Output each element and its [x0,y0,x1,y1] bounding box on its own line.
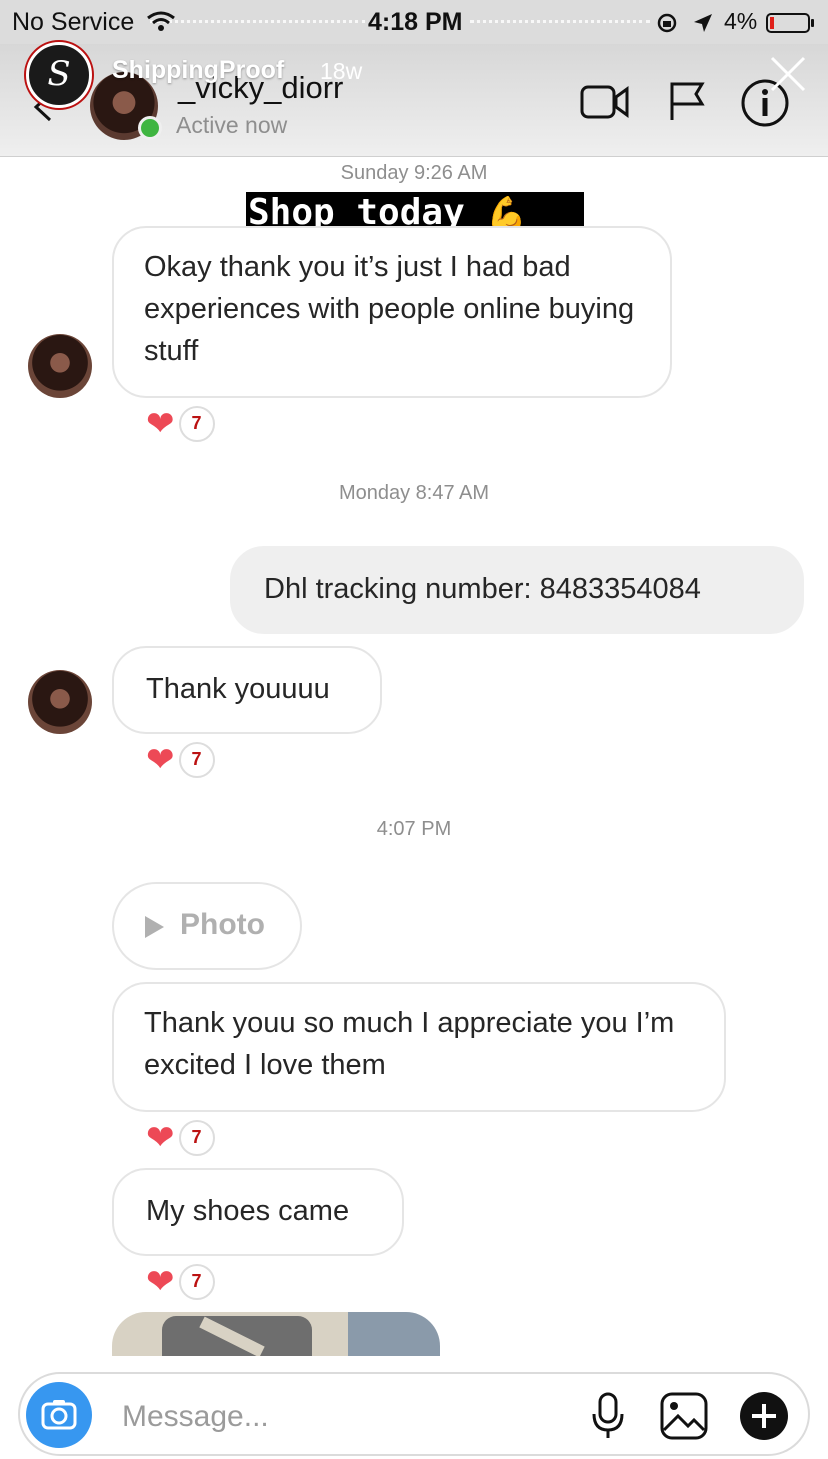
shared-photo[interactable] [112,1312,440,1356]
add-icon[interactable] [738,1390,790,1442]
flag-icon[interactable] [668,80,708,122]
reactor-avatar: 7 [178,1264,215,1300]
sender-avatar[interactable] [28,670,92,734]
location-arrow-icon [694,14,712,32]
shoe-box-image [162,1316,312,1356]
wifi-icon [147,11,175,31]
timestamp: Monday 8:47 AM [338,482,490,504]
timestamp: 4:07 PM [376,818,452,840]
carrier-label: No Service [12,8,135,36]
reactor-avatar: 7 [178,406,215,442]
message-reactions[interactable]: ❤ 7 [146,1264,215,1300]
message-bubble[interactable]: Thank youu so much I appreciate you I’m … [112,982,726,1112]
sender-avatar[interactable] [28,334,92,398]
story-account-name[interactable]: ShippingProof [112,56,284,85]
battery-percent: 4% [724,8,758,34]
status-divider [150,20,365,23]
message-bubble[interactable]: Okay thank you it’s just I had bad exper… [112,226,672,398]
heart-icon: ❤ [146,1119,175,1157]
message-bubble[interactable]: Thank youuuu [112,646,382,734]
online-indicator [138,116,162,140]
photo-attachment[interactable]: Photo [112,882,302,970]
rotation-lock-icon [657,13,677,33]
close-icon[interactable] [766,52,810,96]
message-reactions[interactable]: ❤ 7 [146,1120,215,1156]
microphone-icon[interactable] [588,1390,628,1442]
active-status: Active now [176,112,288,138]
status-divider [470,20,650,23]
reactor-avatar: 7 [178,742,215,778]
timestamp: Sunday 9:26 AM [340,162,488,184]
sent-message-bubble[interactable]: Dhl tracking number: 8483354084 [230,546,804,634]
story-account-logo[interactable]: S [26,42,92,108]
message-input[interactable] [120,1394,554,1440]
story-age: 18w [320,58,363,84]
battery-icon [766,13,814,33]
heart-icon: ❤ [146,405,175,443]
camera-icon [41,1400,77,1430]
message-reactions[interactable]: ❤ 7 [146,406,215,442]
status-time: 4:18 PM [368,8,463,36]
camera-button[interactable] [26,1382,92,1448]
gallery-icon[interactable] [658,1390,710,1442]
heart-icon: ❤ [146,1263,175,1301]
play-icon [145,916,164,938]
message-reactions[interactable]: ❤ 7 [146,742,215,778]
message-bubble[interactable]: My shoes came [112,1168,404,1256]
heart-icon: ❤ [146,741,175,779]
video-call-icon[interactable] [580,84,630,120]
photo-label: Photo [180,908,265,941]
reactor-avatar: 7 [178,1120,215,1156]
